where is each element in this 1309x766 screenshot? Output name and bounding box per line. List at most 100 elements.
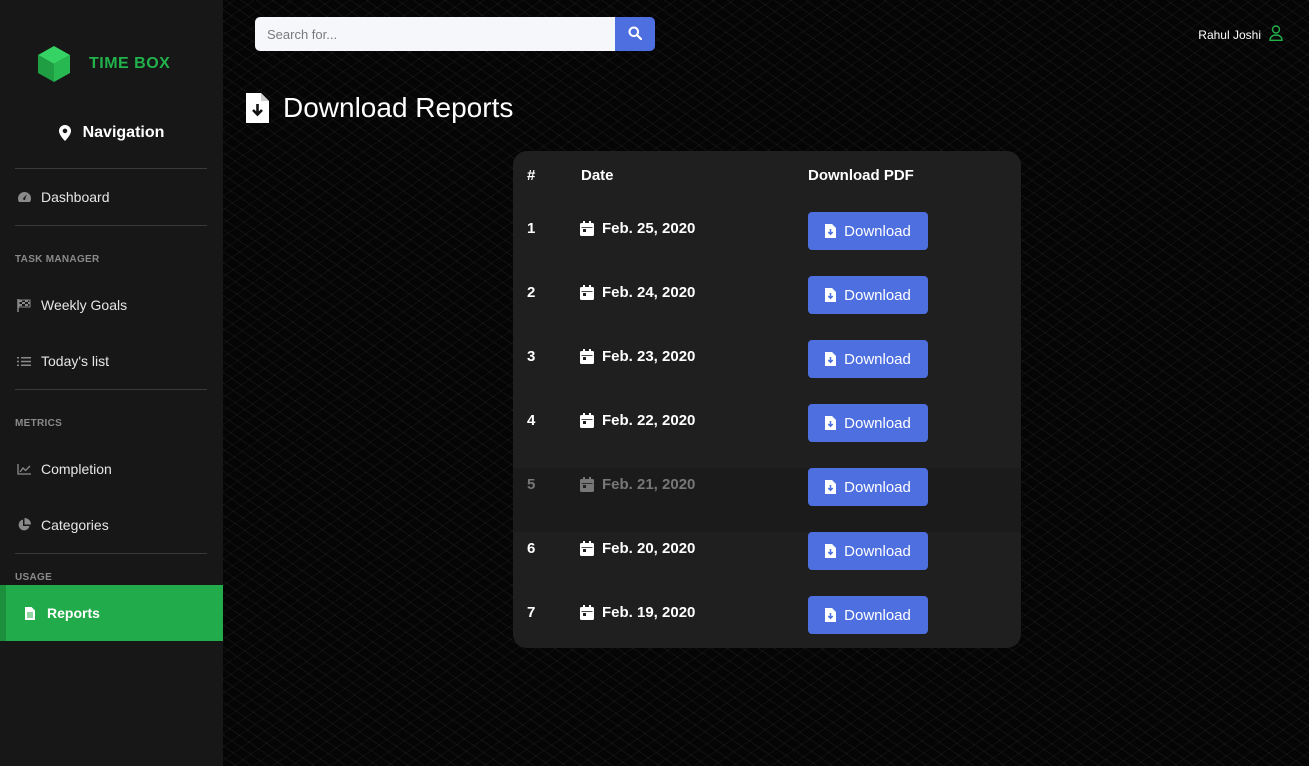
download-button[interactable]: Download (808, 212, 928, 250)
table-row: 4 Feb. 22, 2020 Download (513, 404, 1021, 468)
calendar-icon (580, 413, 594, 428)
download-button-label: Download (844, 606, 911, 624)
calendar-icon (580, 221, 594, 236)
column-header-download: Download PDF (808, 167, 914, 184)
calendar-icon (580, 285, 594, 300)
download-button[interactable]: Download (808, 276, 928, 314)
page-title: Download Reports (246, 92, 513, 124)
search-button[interactable] (615, 17, 655, 51)
navigation-heading: Navigation (0, 124, 223, 142)
divider (15, 225, 207, 226)
sidebar-item-label: Completion (41, 461, 112, 477)
file-download-icon (825, 608, 837, 622)
download-button-label: Download (844, 542, 911, 560)
sidebar: TIME BOX Navigation Dashboard TASK MANAG… (0, 0, 223, 766)
user-name: Rahul Joshi (1198, 27, 1261, 42)
pie-chart-icon (16, 518, 32, 532)
sidebar-item-categories[interactable]: Categories (0, 497, 223, 553)
file-download-icon (825, 416, 837, 430)
download-button-label: Download (844, 286, 911, 304)
flag-checkered-icon (16, 298, 32, 312)
row-number: 4 (527, 412, 536, 429)
row-number: 2 (527, 284, 536, 301)
download-button-label: Download (844, 478, 911, 496)
download-button-label: Download (844, 222, 911, 240)
row-date-text: Feb. 21, 2020 (602, 476, 696, 493)
sidebar-item-dashboard[interactable]: Dashboard (0, 169, 223, 225)
brand-logo[interactable]: TIME BOX (37, 45, 170, 83)
row-number: 3 (527, 348, 536, 365)
section-label-usage: USAGE (15, 572, 53, 583)
row-date: Feb. 23, 2020 (580, 348, 695, 365)
sidebar-item-label: Categories (41, 517, 109, 533)
column-header-date: Date (581, 167, 614, 184)
sidebar-item-todays-list[interactable]: Today's list (0, 333, 223, 389)
table-row: 7 Feb. 19, 2020 Download (513, 596, 1021, 660)
row-date-text: Feb. 22, 2020 (602, 412, 696, 429)
row-date-text: Feb. 19, 2020 (602, 604, 696, 621)
search-bar (255, 17, 655, 51)
section-label-task-manager: TASK MANAGER (15, 254, 100, 265)
sidebar-item-completion[interactable]: Completion (0, 441, 223, 497)
file-download-icon (825, 224, 837, 238)
row-number: 5 (527, 476, 536, 493)
download-button[interactable]: Download (808, 340, 928, 378)
file-download-icon (825, 288, 837, 302)
row-date: Feb. 22, 2020 (580, 412, 695, 429)
brand-name: TIME BOX (89, 55, 171, 72)
sidebar-item-reports[interactable]: Reports (0, 585, 223, 641)
tachometer-icon (16, 191, 32, 203)
calendar-icon (580, 349, 594, 364)
sidebar-item-label: Dashboard (41, 189, 110, 205)
file-download-icon (825, 544, 837, 558)
sidebar-item-weekly-goals[interactable]: Weekly Goals (0, 277, 223, 333)
download-button-label: Download (844, 414, 911, 432)
sidebar-item-label: Weekly Goals (41, 297, 128, 313)
download-button[interactable]: Download (808, 596, 928, 634)
table-row: 6 Feb. 20, 2020 Download (513, 532, 1021, 596)
download-button[interactable]: Download (808, 532, 928, 570)
sidebar-item-label: Today's list (41, 353, 110, 369)
search-input[interactable] (255, 17, 615, 51)
file-download-icon (246, 93, 269, 123)
section-label-metrics: METRICS (15, 418, 63, 429)
list-icon (16, 356, 32, 367)
table-row: 5 Feb. 21, 2020 Download (513, 468, 1021, 532)
row-date: Feb. 21, 2020 (580, 476, 695, 493)
reports-table: # Date Download PDF 1 Feb. 25, 2020 Down… (513, 151, 1021, 648)
row-date-text: Feb. 25, 2020 (602, 220, 696, 237)
user-icon (1261, 25, 1283, 44)
divider (15, 389, 207, 390)
column-header-number: # (527, 167, 536, 184)
table-row: 2 Feb. 24, 2020 Download (513, 276, 1021, 340)
row-date-text: Feb. 20, 2020 (602, 540, 696, 557)
row-date-text: Feb. 24, 2020 (602, 284, 696, 301)
row-number: 1 (527, 220, 536, 237)
download-button-label: Download (844, 350, 911, 368)
row-date: Feb. 20, 2020 (580, 540, 695, 557)
file-download-icon (825, 352, 837, 366)
table-row: 3 Feb. 23, 2020 Download (513, 340, 1021, 404)
user-menu[interactable]: Rahul Joshi (1198, 25, 1283, 44)
cube-icon (38, 46, 70, 82)
download-button[interactable]: Download (808, 404, 928, 442)
row-date: Feb. 24, 2020 (580, 284, 695, 301)
page-title-text: Download Reports (283, 92, 514, 123)
line-chart-icon (16, 463, 32, 475)
calendar-icon (580, 541, 594, 556)
navigation-label: Navigation (82, 124, 165, 141)
row-number: 7 (527, 604, 536, 621)
calendar-icon (580, 605, 594, 620)
file-download-icon (825, 480, 837, 494)
divider (15, 553, 207, 554)
file-icon (22, 606, 38, 620)
row-date: Feb. 19, 2020 (580, 604, 695, 621)
row-number: 6 (527, 540, 536, 557)
calendar-icon (580, 477, 594, 492)
sidebar-item-label: Reports (47, 605, 100, 621)
table-row: 1 Feb. 25, 2020 Download (513, 212, 1021, 276)
row-date-text: Feb. 23, 2020 (602, 348, 696, 365)
search-icon (628, 26, 643, 43)
download-button[interactable]: Download (808, 468, 928, 506)
row-date: Feb. 25, 2020 (580, 220, 695, 237)
